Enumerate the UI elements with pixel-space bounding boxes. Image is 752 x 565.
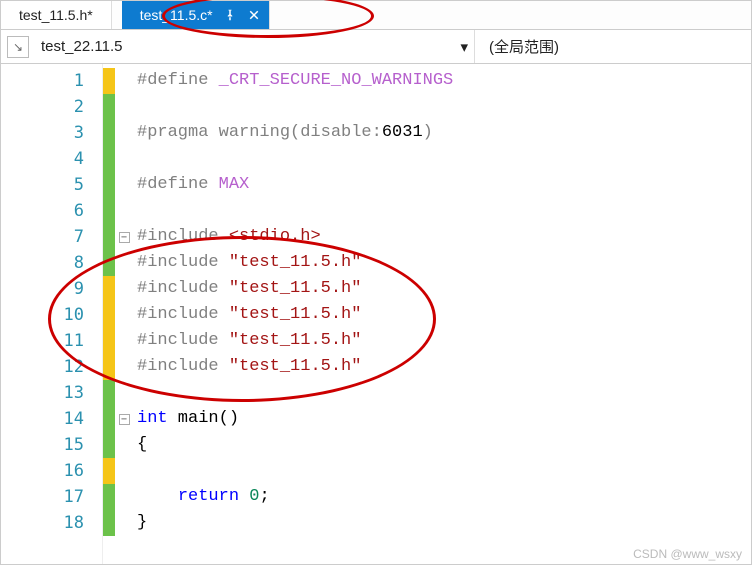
change-mark [103, 94, 115, 120]
line-number: 2 [1, 94, 84, 120]
code-line[interactable]: #include "test_11.5.h" [137, 354, 751, 380]
change-mark [103, 458, 115, 484]
close-icon[interactable] [247, 8, 261, 22]
code-line[interactable] [137, 198, 751, 224]
scope-text: (全局范围) [489, 36, 559, 57]
change-mark [103, 250, 115, 276]
line-number: 17 [1, 484, 84, 510]
line-number: 11 [1, 328, 84, 354]
line-number: 16 [1, 458, 84, 484]
fold-toggle[interactable]: − [119, 232, 130, 243]
code-line[interactable]: int main() [137, 406, 751, 432]
navigation-bar: ↘ test_22.11.5 ▾ (全局范围) [0, 30, 752, 64]
line-number: 15 [1, 432, 84, 458]
change-mark [103, 406, 115, 432]
selector-text: test_22.11.5 [41, 38, 122, 55]
fold-toggle[interactable]: − [119, 414, 130, 425]
line-number: 5 [1, 172, 84, 198]
code-line[interactable] [137, 458, 751, 484]
code-line[interactable]: { [137, 432, 751, 458]
line-number: 8 [1, 250, 84, 276]
line-number: 12 [1, 354, 84, 380]
code-line[interactable]: return 0; [137, 484, 751, 510]
code-line[interactable]: #define MAX [137, 172, 751, 198]
code-line[interactable]: } [137, 510, 751, 536]
nav-icon[interactable]: ↘ [7, 36, 29, 58]
line-numbers: 123456789101112131415161718 [1, 64, 103, 564]
code-line[interactable] [137, 380, 751, 406]
code-line[interactable]: #pragma warning(disable:6031) [137, 120, 751, 146]
tab-bar: test_11.5.h* test_11.5.c* [0, 0, 752, 30]
change-mark [103, 432, 115, 458]
line-number: 4 [1, 146, 84, 172]
line-number: 6 [1, 198, 84, 224]
code-line[interactable]: #include "test_11.5.h" [137, 328, 751, 354]
change-mark [103, 484, 115, 510]
change-mark [103, 198, 115, 224]
change-marks [103, 64, 115, 564]
code-line[interactable] [137, 94, 751, 120]
code-line[interactable]: #include "test_11.5.h" [137, 250, 751, 276]
change-mark [103, 328, 115, 354]
scope-selector[interactable]: (全局范围) [475, 36, 751, 57]
change-mark [103, 510, 115, 536]
change-mark [103, 224, 115, 250]
change-mark [103, 120, 115, 146]
fold-column: −− [115, 64, 133, 564]
line-number: 9 [1, 276, 84, 302]
line-number: 3 [1, 120, 84, 146]
tab-label: test_11.5.c* [140, 7, 213, 23]
code-editor: 123456789101112131415161718 −− #define _… [0, 64, 752, 565]
change-mark [103, 354, 115, 380]
change-mark [103, 146, 115, 172]
watermark: CSDN @www_wsxy [633, 547, 742, 561]
code-line[interactable] [137, 146, 751, 172]
code-area[interactable]: #define _CRT_SECURE_NO_WARNINGS #pragma w… [133, 64, 751, 564]
pin-icon[interactable] [223, 8, 237, 22]
line-number: 10 [1, 302, 84, 328]
change-mark [103, 380, 115, 406]
line-number: 1 [1, 68, 84, 94]
code-line[interactable]: #include "test_11.5.h" [137, 302, 751, 328]
change-mark [103, 276, 115, 302]
project-selector[interactable]: test_22.11.5 ▾ [35, 30, 475, 63]
code-line[interactable]: #include "test_11.5.h" [137, 276, 751, 302]
line-number: 7 [1, 224, 84, 250]
change-mark [103, 68, 115, 94]
chevron-down-icon: ▾ [460, 38, 468, 56]
line-number: 14 [1, 406, 84, 432]
change-mark [103, 172, 115, 198]
code-line[interactable]: #define _CRT_SECURE_NO_WARNINGS [137, 68, 751, 94]
line-number: 18 [1, 510, 84, 536]
tab-active[interactable]: test_11.5.c* [122, 1, 270, 29]
code-line[interactable]: #include <stdio.h> [137, 224, 751, 250]
tab-label: test_11.5.h* [19, 7, 93, 23]
tab-inactive[interactable]: test_11.5.h* [1, 1, 112, 29]
change-mark [103, 302, 115, 328]
line-number: 13 [1, 380, 84, 406]
